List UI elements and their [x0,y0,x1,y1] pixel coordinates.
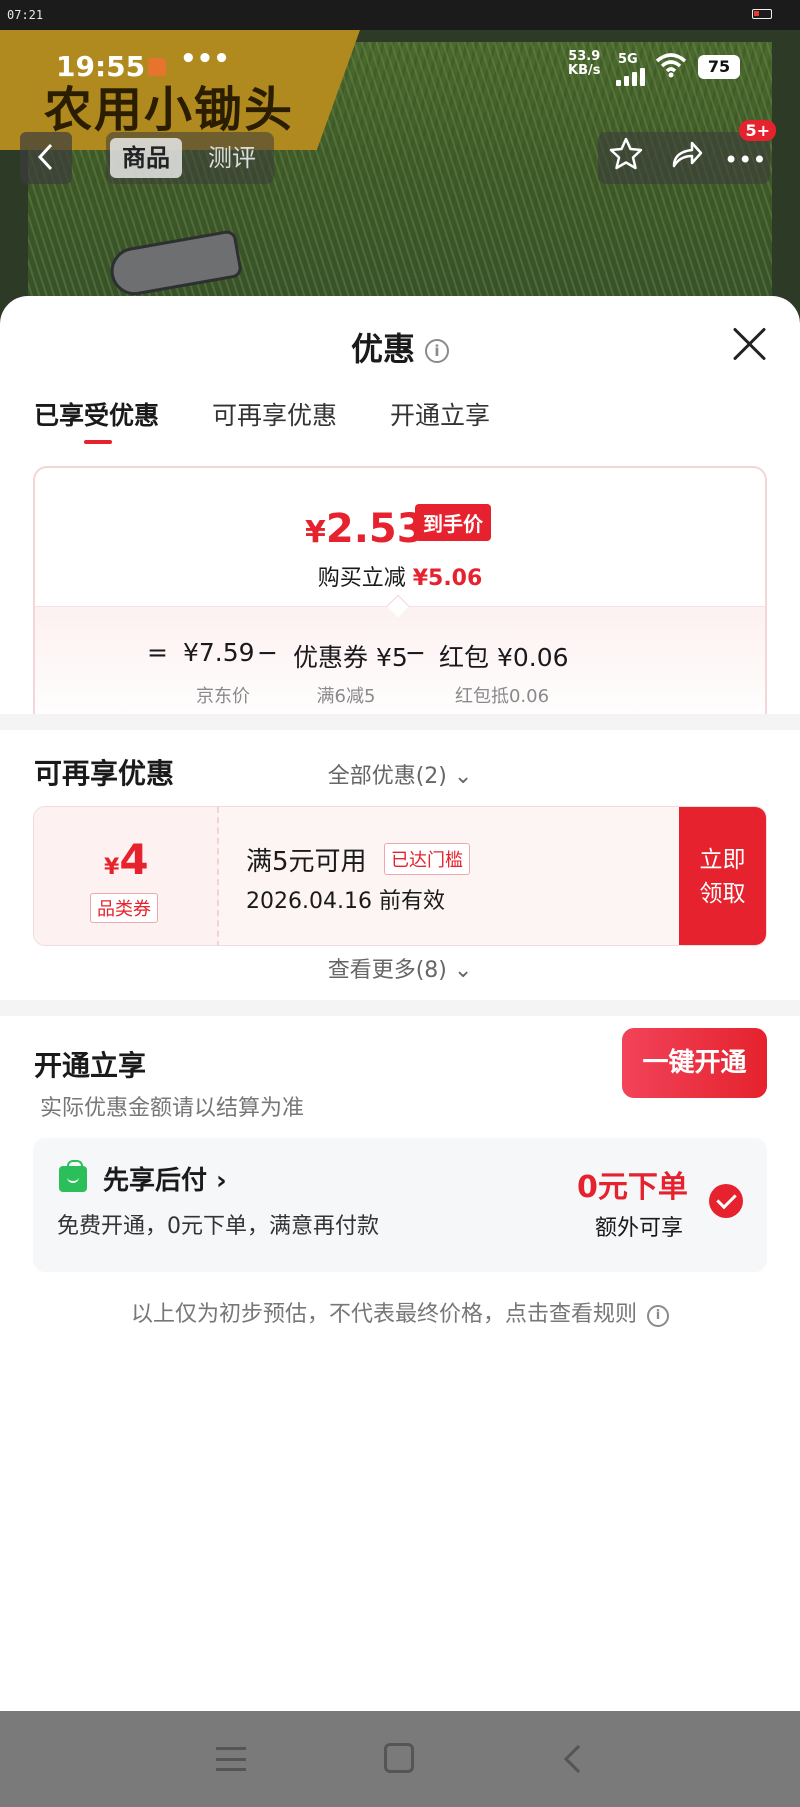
shopping-bag-icon [59,1160,87,1192]
final-price-currency: ¥ [305,515,326,550]
sheet-title: 优惠 i [0,324,800,370]
home-icon[interactable] [384,1743,414,1773]
coupon-currency: ¥ [104,855,120,880]
favorite-star-icon[interactable] [608,136,644,183]
more-icon[interactable]: ••• [724,138,766,182]
network-type: 5G [618,52,638,67]
coupon-label: 满6减5 [316,686,376,707]
checked-icon[interactable] [709,1184,743,1218]
jd-price: ¥7.59 [183,638,255,667]
minus-sign-1: − [257,638,278,667]
discount-sheet: 优惠 i 已享受优惠 可再享优惠 开通立享 ¥2.53 到手价 购买立减 ¥5.0… [0,296,800,1711]
coupon-condition: 满5元可用 [246,847,367,877]
pay-later-card[interactable]: 先享后付 › 免费开通，0元下单，满意再付款 0元下单 额外可享 [33,1138,767,1272]
battery-icon [752,9,772,19]
category-coupon: ¥4 品类券 满5元可用 已达门槛 2026.04.16 前有效 立即 领取 [33,806,767,946]
close-button[interactable] [730,324,770,364]
disclaimer[interactable]: 以上仅为初步预估，不代表最终价格，点击查看规则 i [0,1296,800,1328]
final-price-amount: 2.53 [325,506,425,552]
claim-label-2: 领取 [699,881,746,907]
tab-review[interactable]: 测评 [196,138,268,178]
section-divider [0,714,800,730]
one-click-activate-button[interactable]: 一键开通 [622,1028,767,1098]
more-offers-title: 可再享优惠 [34,757,175,790]
activate-title: 开通立享 [34,1049,147,1082]
signal-icon [616,66,648,86]
system-status-bar: 07:21 [0,0,800,30]
disclaimer-text: 以上仅为初步预估，不代表最终价格，点击查看规则 [130,1302,637,1327]
pay-later-desc: 免费开通，0元下单，满意再付款 [57,1214,379,1239]
network-speed: 53.9 KB/s [568,49,601,78]
wifi-icon [655,52,687,85]
tab-more-offers[interactable]: 可再享优惠 [212,396,337,432]
minus-sign-2: − [405,638,426,667]
pay-later-price: 0元下单 [577,1170,688,1205]
back-icon[interactable] [563,1744,593,1774]
menu-icon[interactable] [216,1747,246,1771]
tab-product[interactable]: 商品 [110,138,182,178]
message-badge: 5+ [739,120,776,141]
final-price: ¥2.53 [305,506,425,552]
inner-battery: 75 [698,55,740,79]
sheet-title-text: 优惠 [350,330,415,368]
tab-activate[interactable]: 开通立享 [390,396,490,432]
coupon-amount-value: 4 [119,835,149,884]
coupon-validity: 2026.04.16 前有效 [246,889,445,914]
system-navigation-bar [0,1711,800,1807]
coupon-type-badge: 品类券 [90,893,158,923]
section-divider [0,1000,800,1016]
threshold-reached-badge: 已达门槛 [384,843,470,875]
activate-subtitle: 实际优惠金额请以结算为准 [40,1096,305,1121]
instant-discount-label: 购买立减 [317,566,406,591]
tab-enjoyed[interactable]: 已享受优惠 [34,396,159,432]
back-button[interactable] [20,132,72,184]
info-icon[interactable]: i [425,339,449,363]
share-icon[interactable] [668,136,704,183]
instant-discount-value: ¥5.06 [412,566,483,591]
redpacket-value: 红包 ¥0.06 [439,643,569,672]
product-nav-actions: ••• 5+ [598,120,776,184]
instant-discount: 购买立减 ¥5.06 [35,560,765,592]
coupon-amount: ¥4 [104,835,149,884]
notification-icon [148,58,166,76]
equals-sign: = [147,638,168,667]
rules-info-icon[interactable]: i [647,1305,669,1327]
final-price-tag: 到手价 [415,504,491,541]
active-tab-indicator [84,440,112,444]
price-breakdown-card: ¥2.53 到手价 购买立减 ¥5.06 = ¥7.59 − 优惠券 ¥5 − … [33,466,767,728]
redpacket-label: 红包抵0.06 [454,686,550,707]
system-time: 07:21 [7,8,44,22]
inner-status-more: ••• [180,44,230,74]
claim-coupon-button[interactable]: 立即 领取 [679,807,766,945]
coupon-value: 优惠券 ¥5 [293,643,408,672]
see-more-toggle[interactable]: 查看更多(8) ⌄ [0,952,800,984]
chevron-left-icon [37,143,53,171]
pay-later-extra: 额外可享 [595,1216,684,1241]
product-nav-tabs: 商品 测评 [106,132,274,184]
inner-status-time: 19:55 [56,50,146,83]
jd-price-label: 京东价 [196,686,250,707]
pay-later-title[interactable]: 先享后付 › [103,1160,227,1197]
claim-label-1: 立即 [699,847,746,873]
